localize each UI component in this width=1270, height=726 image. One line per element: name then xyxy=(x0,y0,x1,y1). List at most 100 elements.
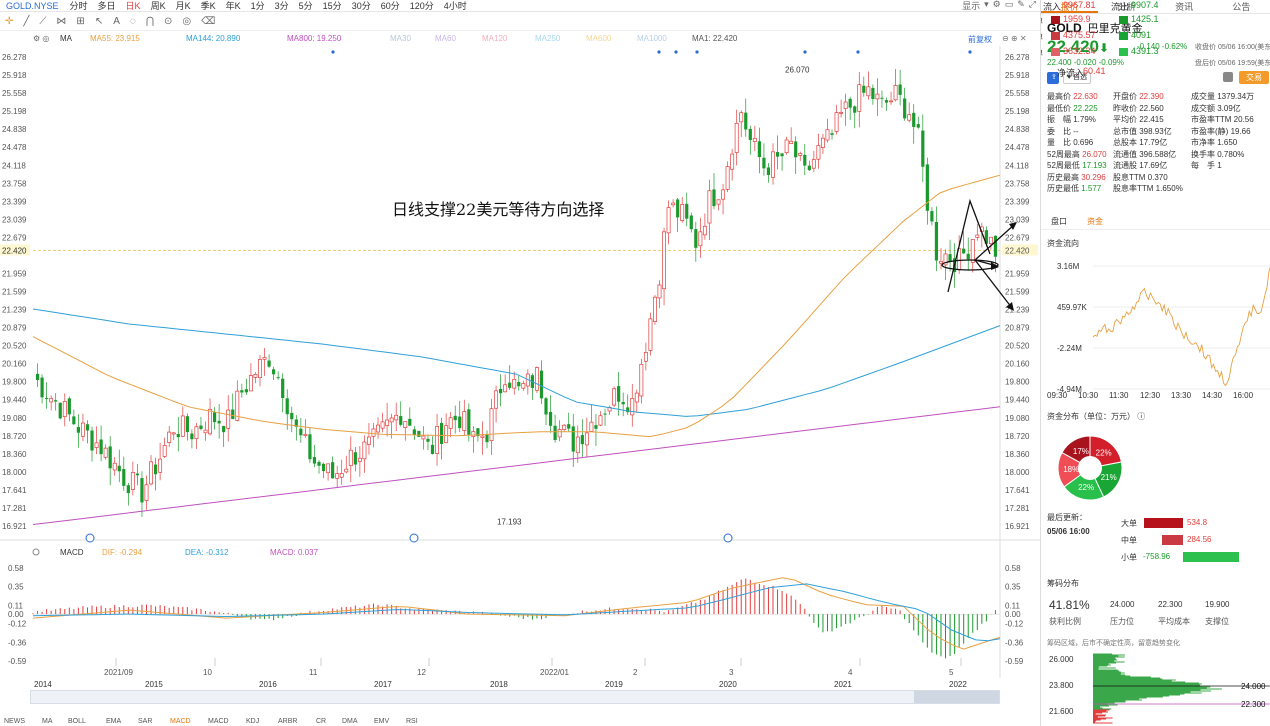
help-icon[interactable]: ⓘ xyxy=(1137,412,1145,421)
arrow-tool-icon[interactable]: ↖ xyxy=(90,16,108,27)
indicator-tab[interactable]: ARBR xyxy=(278,718,297,725)
trade-button[interactable]: 交易 xyxy=(1239,71,1269,84)
flow-x-label: 09:30 xyxy=(1047,391,1068,400)
out-marker xyxy=(1119,32,1128,40)
candle-body xyxy=(248,375,253,392)
line-tool-icon[interactable]: ╱ xyxy=(18,16,34,27)
settings-icon[interactable]: ⚙ xyxy=(993,0,1001,12)
stat-label: 市盈率(静) xyxy=(1191,126,1231,136)
macd-dea-label: DEA: -0.312 xyxy=(185,548,229,557)
symbol-label[interactable]: GOLD.NYSE xyxy=(0,1,65,11)
period-tab[interactable]: 15分 xyxy=(318,0,347,12)
zoom-controls[interactable]: ⊖ ⊕ ✕ xyxy=(1002,34,1027,43)
price-axis-label: 23.039 xyxy=(1005,215,1030,224)
draw-icon[interactable]: ✎ xyxy=(1017,0,1025,12)
period-tab[interactable]: 4小时 xyxy=(439,0,472,12)
lock-icon[interactable]: ⊙ xyxy=(159,16,177,27)
stat-label: 股息TTM xyxy=(1113,172,1148,182)
period-tab[interactable]: 120分 xyxy=(405,0,439,12)
ma-label[interactable]: MA xyxy=(60,34,72,43)
net-row-value: 284.56 xyxy=(1187,535,1212,544)
price-axis-label: 17.281 xyxy=(1005,504,1030,513)
indicator-tab[interactable]: RSI xyxy=(406,718,418,725)
adjust-toggle[interactable]: 前复权 xyxy=(968,34,992,45)
candle-body xyxy=(766,167,771,175)
stat-cell: 市盈率(静) 19.66 xyxy=(1191,126,1269,138)
candle-body xyxy=(399,416,403,425)
price-axis-label: 17.641 xyxy=(1005,486,1030,495)
indicator-tab[interactable]: EMV xyxy=(374,718,389,725)
magnet-icon[interactable]: ⋂ xyxy=(141,16,159,27)
candle-body xyxy=(539,370,544,399)
display-menu-arrow[interactable]: ▾ xyxy=(984,0,989,12)
indicator-tab[interactable]: EMA xyxy=(106,718,121,725)
indicator-tab[interactable]: DMA xyxy=(342,718,358,725)
period-tab[interactable]: 5分 xyxy=(294,0,318,12)
period-tab[interactable]: 年K xyxy=(221,0,246,12)
ray-tool-icon[interactable]: ⟋ xyxy=(34,16,51,27)
indicator-tab[interactable]: BOLL xyxy=(68,718,86,725)
detail-tab[interactable]: 资金 xyxy=(1077,214,1113,229)
expand-icon[interactable]: ⤢ xyxy=(1029,0,1036,12)
period-tab[interactable]: 月K xyxy=(171,0,196,12)
stats-row: 振 幅 1.79% 平均价 22.415 市盈率TTM 20.56 xyxy=(1047,114,1269,126)
ma1-label: MA1: 22.420 xyxy=(692,34,738,43)
display-menu[interactable]: 显示 xyxy=(962,0,980,12)
indicator-tab[interactable]: MACD xyxy=(208,718,229,725)
candle-body xyxy=(403,421,408,428)
shape-tool-icon[interactable]: ◌ xyxy=(125,16,141,27)
indicator-tab[interactable]: SAR xyxy=(138,718,152,725)
candle-body xyxy=(272,369,276,375)
detail-tab[interactable]: 盘口 xyxy=(1041,214,1077,229)
period-tab[interactable]: 1分 xyxy=(246,0,270,12)
indicator-tab[interactable]: MA xyxy=(42,718,53,725)
period-tab[interactable]: 分时 xyxy=(65,0,93,12)
flow-x-label: 12:30 xyxy=(1140,391,1161,400)
text-tool-icon[interactable]: A xyxy=(108,16,125,27)
window-icon[interactable]: ▭ xyxy=(1005,0,1014,12)
time-navigator[interactable] xyxy=(30,690,1000,704)
eye-icon[interactable]: ◎ xyxy=(177,16,196,27)
chip-avg-mark: 22.300 xyxy=(1241,700,1266,709)
candle-body xyxy=(421,435,426,440)
settings-icon[interactable]: ⚙ ◎ xyxy=(33,34,49,43)
candle-body xyxy=(544,398,548,415)
stat-cell: 量 比 0.696 xyxy=(1047,137,1113,149)
channel-tool-icon[interactable]: ⊞ xyxy=(71,16,89,27)
delete-icon[interactable]: ⌫ xyxy=(196,16,220,27)
stat-label: 振 幅 xyxy=(1047,115,1074,124)
period-tab[interactable]: 3分 xyxy=(270,0,294,12)
indicator-tab[interactable]: CR xyxy=(316,718,326,725)
macd-axis-label: 0.11 xyxy=(1005,601,1021,610)
indicator-tab[interactable]: MACD xyxy=(170,718,191,725)
period-tab[interactable]: 周K xyxy=(146,0,171,12)
indicator-tab[interactable]: KDJ xyxy=(246,718,259,725)
macd-axis-label: -0.36 xyxy=(1005,639,1024,648)
candle-body xyxy=(253,374,258,378)
period-tab[interactable]: 30分 xyxy=(347,0,376,12)
month-axis-label: 10 xyxy=(203,668,212,677)
fib-tool-icon[interactable]: ⋈ xyxy=(51,16,71,27)
candle-body xyxy=(453,415,457,421)
indicator-tab[interactable]: NEWS xyxy=(4,718,25,725)
period-tab[interactable]: 多日 xyxy=(93,0,121,12)
alert-icon[interactable] xyxy=(1223,72,1233,82)
stats-row: 最高价 22.630 开盘价 22.390 成交量 1379.34万 xyxy=(1047,91,1269,103)
net-row: 净流入 60.41 xyxy=(1041,66,1173,78)
candle-body xyxy=(339,473,344,478)
period-tab[interactable]: 日K xyxy=(121,0,146,12)
kline-chart[interactable]: 26.278 26.278 25.918 25.918 25.558 25.558 25.1… xyxy=(0,46,1040,678)
candle-body xyxy=(508,382,512,388)
stat-value: 22.560 xyxy=(1139,103,1164,113)
navigator-selection[interactable] xyxy=(914,691,999,703)
candle-body xyxy=(376,424,380,433)
panel-tab[interactable]: 公告 xyxy=(1213,0,1270,13)
crosshair-icon[interactable]: ✛ xyxy=(0,16,18,27)
out-marker xyxy=(1119,48,1128,56)
period-tab[interactable]: 60分 xyxy=(376,0,405,12)
period-tab[interactable]: 季K xyxy=(196,0,221,12)
price-axis-label: 18.720 xyxy=(1005,432,1030,441)
stat-cell: 52周最高 26.070 xyxy=(1047,149,1113,161)
year-label: 2015 xyxy=(145,680,163,689)
stat-cell: 总市值 398.93亿 xyxy=(1113,126,1191,138)
